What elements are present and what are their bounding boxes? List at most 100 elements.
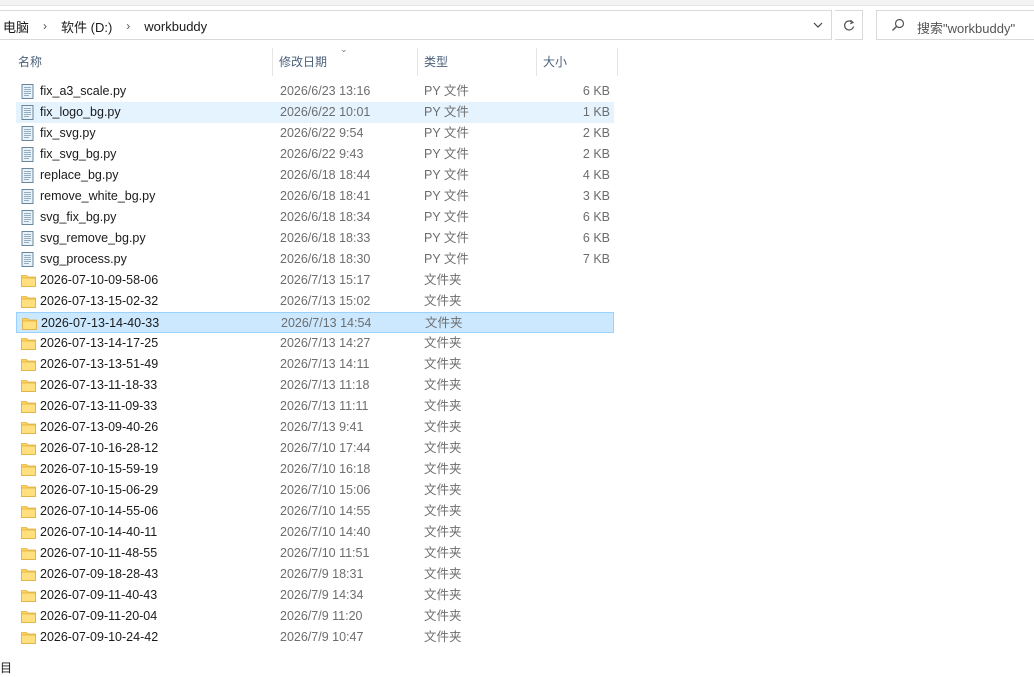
modified-date: 2026/6/23 13:16 [280,84,371,98]
folder-icon [21,275,36,287]
file-type: PY 文件 [424,126,469,140]
folder-row[interactable]: 2026-07-09-11-40-43 2026/7/9 14:34 文件夹 [16,585,614,606]
file-row[interactable]: fix_svg.py 2026/6/22 9:54 PY 文件 2 KB [16,123,614,144]
breadcrumb-item-folder[interactable]: workbuddy [142,19,209,34]
folder-row[interactable]: 2026-07-13-11-18-33 2026/7/13 11:18 文件夹 [16,375,614,396]
refresh-icon [843,19,854,30]
modified-date: 2026/7/9 11:20 [280,609,363,623]
modified-date: 2026/6/18 18:34 [280,210,371,224]
breadcrumb-separator-icon[interactable]: › [31,19,59,33]
column-divider[interactable] [617,48,618,76]
file-type: PY 文件 [424,84,469,98]
breadcrumb-separator-icon[interactable]: › [114,19,142,33]
file-name: replace_bg.py [40,168,119,182]
breadcrumb-item-drive[interactable]: 软件 (D:) [59,17,114,36]
folder-row[interactable]: 2026-07-13-14-17-25 2026/7/13 14:27 文件夹 [16,333,614,354]
python-file-icon [21,252,34,267]
file-type: 文件夹 [424,399,462,413]
file-row[interactable]: svg_fix_bg.py 2026/6/18 18:34 PY 文件 6 KB [16,207,614,228]
folder-row[interactable]: 2026-07-10-09-58-06 2026/7/13 15:17 文件夹 [16,270,614,291]
file-type: 文件夹 [424,336,462,350]
column-name[interactable]: 名称 [12,48,272,76]
file-size: 2 KB [582,126,610,140]
modified-date: 2026/7/13 9:41 [280,420,364,434]
folder-row[interactable]: 2026-07-13-09-40-26 2026/7/13 9:41 文件夹 [16,417,614,438]
file-type: 文件夹 [424,420,462,434]
python-file-icon [21,84,34,99]
folder-row[interactable]: 2026-07-13-15-02-32 2026/7/13 15:02 文件夹 [16,291,614,312]
file-size: 6 KB [582,84,610,98]
file-row[interactable]: fix_svg_bg.py 2026/6/22 9:43 PY 文件 2 KB [16,144,614,165]
file-size: 4 KB [582,168,610,182]
file-name: fix_a3_scale.py [40,84,127,98]
file-row[interactable]: fix_a3_scale.py 2026/6/23 13:16 PY 文件 6 KB [16,81,614,102]
modified-date: 2026/7/10 11:51 [280,546,370,560]
address-bar[interactable]: 电脑 › 软件 (D:) › workbuddy [0,10,832,40]
file-name: 2026-07-10-14-55-06 [40,504,159,518]
address-history-dropdown[interactable] [805,11,831,39]
file-row[interactable]: svg_process.py 2026/6/18 18:30 PY 文件 7 KB [16,249,614,270]
folder-row[interactable]: 2026-07-10-11-48-55 2026/7/10 11:51 文件夹 [16,543,614,564]
column-size[interactable]: 大小 [537,48,617,76]
folder-row[interactable]: 2026-07-10-15-59-19 2026/7/10 16:18 文件夹 [16,459,614,480]
modified-date: 2026/7/10 16:18 [280,462,371,476]
folder-row[interactable]: 2026-07-10-14-40-11 2026/7/10 14:40 文件夹 [16,522,614,543]
file-name: 2026-07-13-14-17-25 [40,336,159,350]
folder-row[interactable]: 2026-07-13-14-40-33 2026/7/13 14:54 文件夹 [16,312,614,333]
file-name: svg_fix_bg.py [40,210,117,224]
folder-icon [21,464,36,476]
chevron-down-icon [813,22,823,28]
breadcrumb-item-computer[interactable]: 电脑 [1,17,31,36]
modified-date: 2026/6/22 9:43 [280,147,364,161]
window-top-edge [0,0,1034,6]
folder-icon [21,548,36,560]
folder-icon [21,443,36,455]
search-box[interactable]: 搜索"workbuddy" [876,10,1034,40]
file-size: 2 KB [582,147,610,161]
file-name: 2026-07-13-15-02-32 [40,294,159,308]
folder-icon [21,359,36,371]
folder-row[interactable]: 2026-07-09-18-28-43 2026/7/9 18:31 文件夹 [16,564,614,585]
file-type: PY 文件 [424,231,469,245]
file-type: 文件夹 [424,567,462,581]
search-input[interactable]: 搜索"workbuddy" [917,18,1015,37]
refresh-button[interactable] [835,10,863,40]
file-name: 2026-07-13-14-40-33 [41,316,160,330]
python-file-icon [21,105,34,120]
modified-date: 2026/7/13 14:27 [280,336,371,350]
status-bar: 目 [0,657,1034,677]
folder-row[interactable]: 2026-07-10-15-06-29 2026/7/10 15:06 文件夹 [16,480,614,501]
folder-row[interactable]: 2026-07-10-16-28-12 2026/7/10 17:44 文件夹 [16,438,614,459]
file-type: 文件夹 [424,294,462,308]
file-row[interactable]: svg_remove_bg.py 2026/6/18 18:33 PY 文件 6 KB [16,228,614,249]
column-type[interactable]: 类型 [418,48,536,76]
modified-date: 2026/6/18 18:44 [280,168,371,182]
search-icon [892,18,905,31]
modified-date: 2026/7/13 11:18 [280,378,370,392]
modified-date: 2026/7/10 15:06 [280,483,371,497]
file-size: 7 KB [582,252,610,266]
file-row[interactable]: replace_bg.py 2026/6/18 18:44 PY 文件 4 KB [16,165,614,186]
folder-row[interactable]: 2026-07-09-11-20-04 2026/7/9 11:20 文件夹 [16,606,614,627]
folder-row[interactable]: 2026-07-09-10-24-42 2026/7/9 10:47 文件夹 [16,627,614,648]
file-row[interactable]: fix_logo_bg.py 2026/6/22 10:01 PY 文件 1 KB [16,102,614,123]
file-name: 2026-07-09-11-20-04 [40,609,158,623]
file-name: 2026-07-10-15-06-29 [40,483,159,497]
modified-date: 2026/7/13 15:02 [280,294,371,308]
file-type: 文件夹 [424,630,462,644]
folder-icon [21,611,36,623]
breadcrumb: 电脑 › 软件 (D:) › workbuddy [1,17,209,35]
folder-row[interactable]: 2026-07-10-14-55-06 2026/7/10 14:55 文件夹 [16,501,614,522]
file-name: 2026-07-09-11-40-43 [40,588,158,602]
modified-date: 2026/7/10 14:55 [280,504,371,518]
column-date[interactable]: 修改日期 [273,48,417,76]
folder-row[interactable]: 2026-07-13-13-51-49 2026/7/13 14:11 文件夹 [16,354,614,375]
modified-date: 2026/7/13 15:17 [280,273,371,287]
modified-date: 2026/6/18 18:30 [280,252,371,266]
file-type: 文件夹 [424,357,462,371]
folder-icon [21,632,36,644]
file-row[interactable]: remove_white_bg.py 2026/6/18 18:41 PY 文件 3 … [16,186,614,207]
file-name: 2026-07-10-15-59-19 [40,462,159,476]
file-type: 文件夹 [424,525,462,539]
folder-row[interactable]: 2026-07-13-11-09-33 2026/7/13 11:11 文件夹 [16,396,614,417]
